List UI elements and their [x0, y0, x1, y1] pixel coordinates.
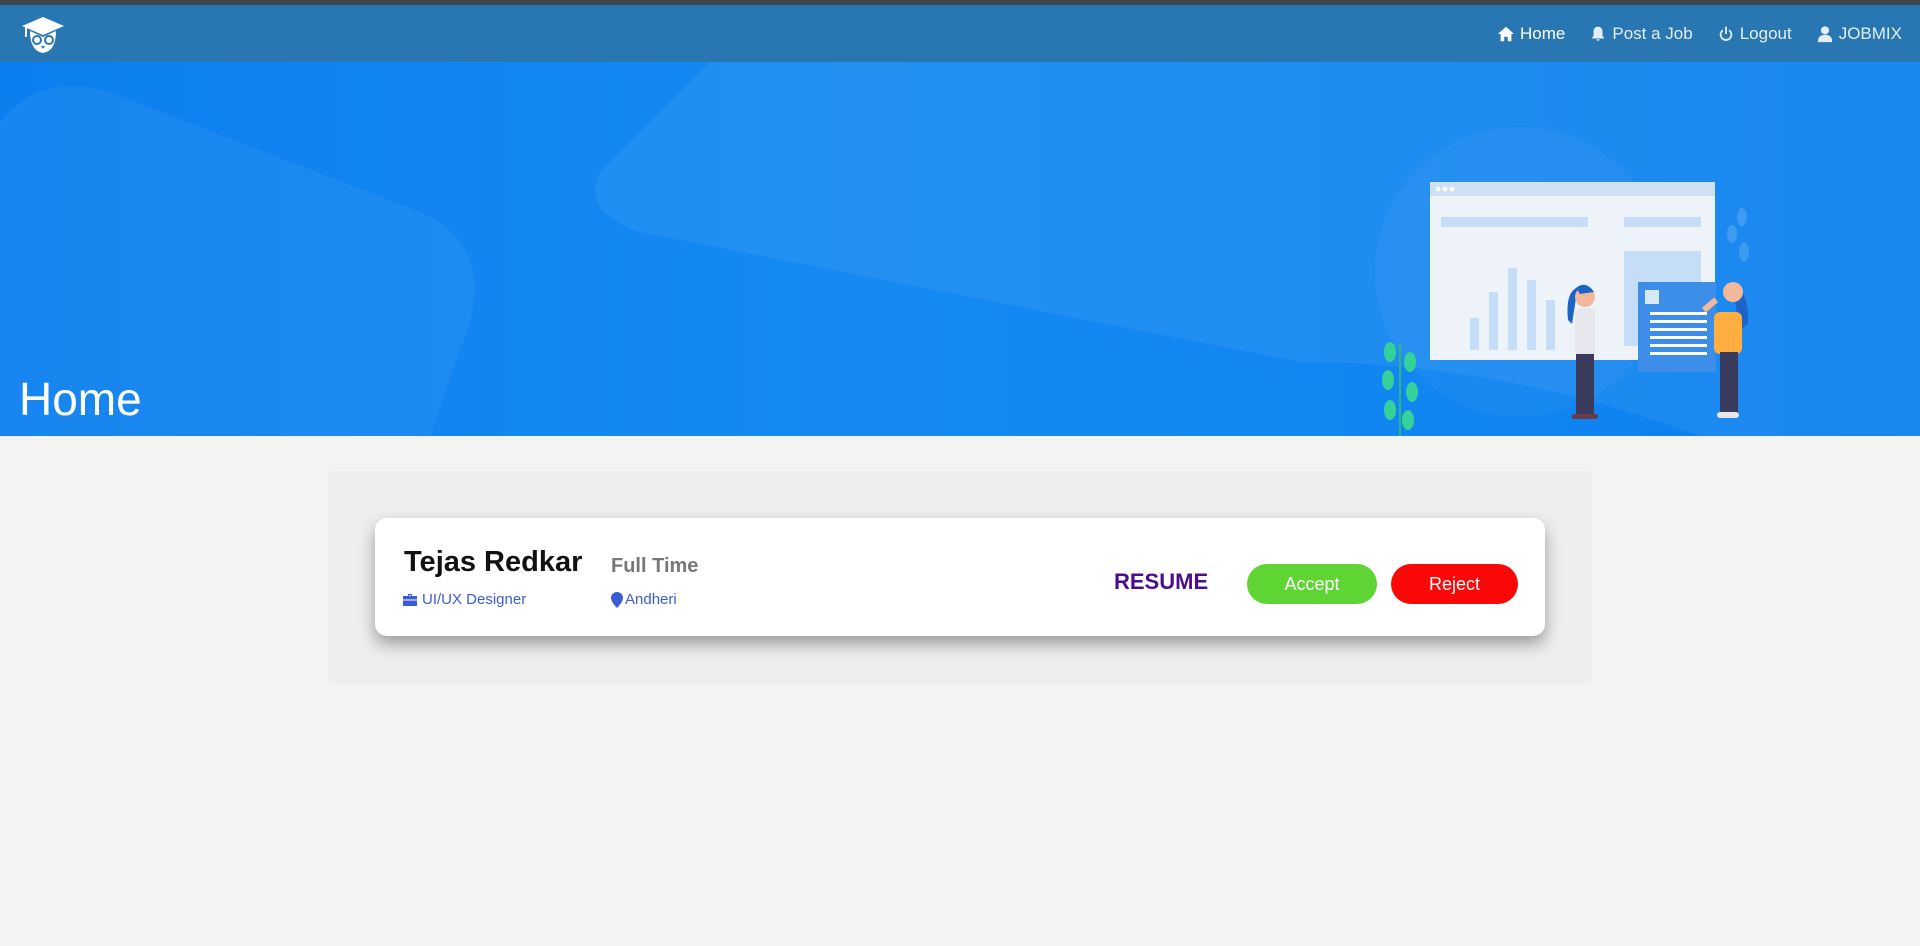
navbar: Home Post a Job Logout JOBMIX — [0, 5, 1920, 62]
resume-link[interactable]: RESUME — [1114, 569, 1208, 595]
user-icon — [1817, 25, 1832, 42]
nav-user-label: JOBMIX — [1838, 23, 1902, 43]
hero-background-illustration — [0, 62, 1920, 436]
briefcase-icon — [403, 593, 417, 606]
accept-button[interactable]: Accept — [1247, 564, 1377, 604]
nav-home-link[interactable]: Home — [1497, 24, 1565, 44]
nav-links: Home Post a Job Logout JOBMIX — [1497, 5, 1902, 62]
applicant-name: Tejas Redkar — [404, 546, 583, 578]
document-card-illustration — [1638, 282, 1716, 372]
nav-post-job-label: Post a Job — [1612, 23, 1693, 43]
nav-user-link[interactable]: JOBMIX — [1816, 24, 1902, 44]
job-type-label: Full Time — [611, 555, 699, 577]
applicant-role-text: UI/UX Designer — [422, 591, 527, 608]
reject-button[interactable]: Reject — [1391, 564, 1518, 604]
nav-logout-link[interactable]: Logout — [1717, 24, 1792, 44]
page-title: Home — [19, 373, 142, 425]
plant-left-illustration — [1382, 342, 1418, 436]
nav-home-label: Home — [1520, 23, 1566, 43]
map-marker-icon — [611, 591, 623, 608]
applicant-location: Andheri — [611, 591, 677, 608]
power-icon — [1719, 26, 1733, 41]
applicant-location-text: Andheri — [625, 591, 677, 608]
nav-post-job-link[interactable]: Post a Job — [1589, 23, 1693, 44]
applicant-card: Tejas Redkar Full Time UI/UX Designer An… — [375, 518, 1545, 636]
nav-logout-label: Logout — [1739, 23, 1792, 43]
applicant-role: UI/UX Designer — [403, 591, 526, 608]
home-icon — [1497, 26, 1515, 41]
bell-icon — [1592, 26, 1605, 41]
hero-banner: Home — [0, 62, 1920, 436]
graduation-owl-icon[interactable] — [20, 15, 66, 55]
